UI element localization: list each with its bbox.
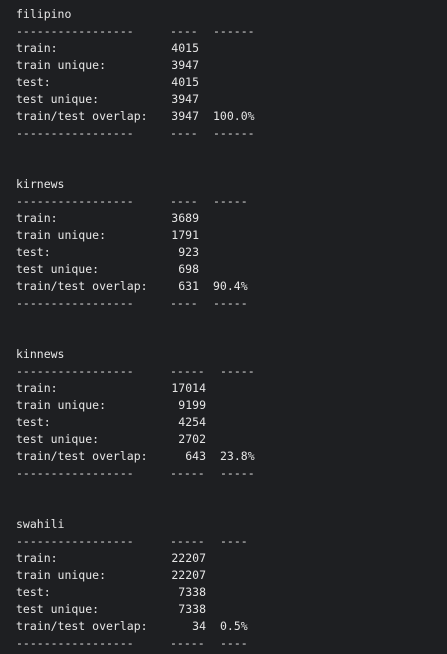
stat-row-test: test: 4015 [16,75,199,89]
stat-row-test: test: 7338 [16,585,206,599]
stat-row-train-unique: train unique: 9199 [16,398,206,412]
separator-bottom: ----------------- ----- ----- [16,466,255,480]
stat-row-train-unique: train unique: 3947 [16,58,199,72]
separator-bottom: ----------------- ----- ---- [16,636,248,650]
terminal-output: filipino ----------------- ---- ------ t… [0,0,447,654]
dataset-block-kinnews: kinnews ----------------- ----- ----- tr… [16,346,436,482]
stat-row-train: train: 22207 [16,551,206,565]
separator-bottom: ----------------- ---- ------ [16,126,255,140]
stat-row-train: train: 3689 [16,211,199,225]
stat-row-train-unique: train unique: 1791 [16,228,199,242]
dataset-block-swahili: swahili ----------------- ----- ---- tra… [16,516,436,652]
separator-bottom: ----------------- ---- ----- [16,296,248,310]
separator-top: ----------------- ---- ------ [16,24,255,38]
separator-top: ----------------- ----- ----- [16,364,255,378]
stat-row-overlap: train/test overlap: 3947 100.0% [16,109,255,123]
stat-row-test: test: 4254 [16,415,206,429]
dataset-title: swahili [16,517,65,531]
stat-row-train: train: 17014 [16,381,206,395]
stat-row-test: test: 923 [16,245,199,259]
dataset-title: kirnews [16,177,65,191]
separator-top: ----------------- ---- ----- [16,194,248,208]
dataset-title: filipino [16,7,72,21]
stat-row-test-unique: test unique: 2702 [16,432,206,446]
stat-row-overlap: train/test overlap: 34 0.5% [16,619,248,633]
stat-row-test-unique: test unique: 3947 [16,92,199,106]
stat-row-train: train: 4015 [16,41,199,55]
stat-row-train-unique: train unique: 22207 [16,568,206,582]
separator-top: ----------------- ----- ---- [16,534,248,548]
dataset-title: kinnews [16,347,65,361]
stat-row-overlap: train/test overlap: 643 23.8% [16,449,255,463]
dataset-block-filipino: filipino ----------------- ---- ------ t… [16,6,436,142]
dataset-block-kirnews: kirnews ----------------- ---- ----- tra… [16,176,436,312]
stat-row-test-unique: test unique: 7338 [16,602,206,616]
stat-row-test-unique: test unique: 698 [16,262,199,276]
stat-row-overlap: train/test overlap: 631 90.4% [16,279,248,293]
